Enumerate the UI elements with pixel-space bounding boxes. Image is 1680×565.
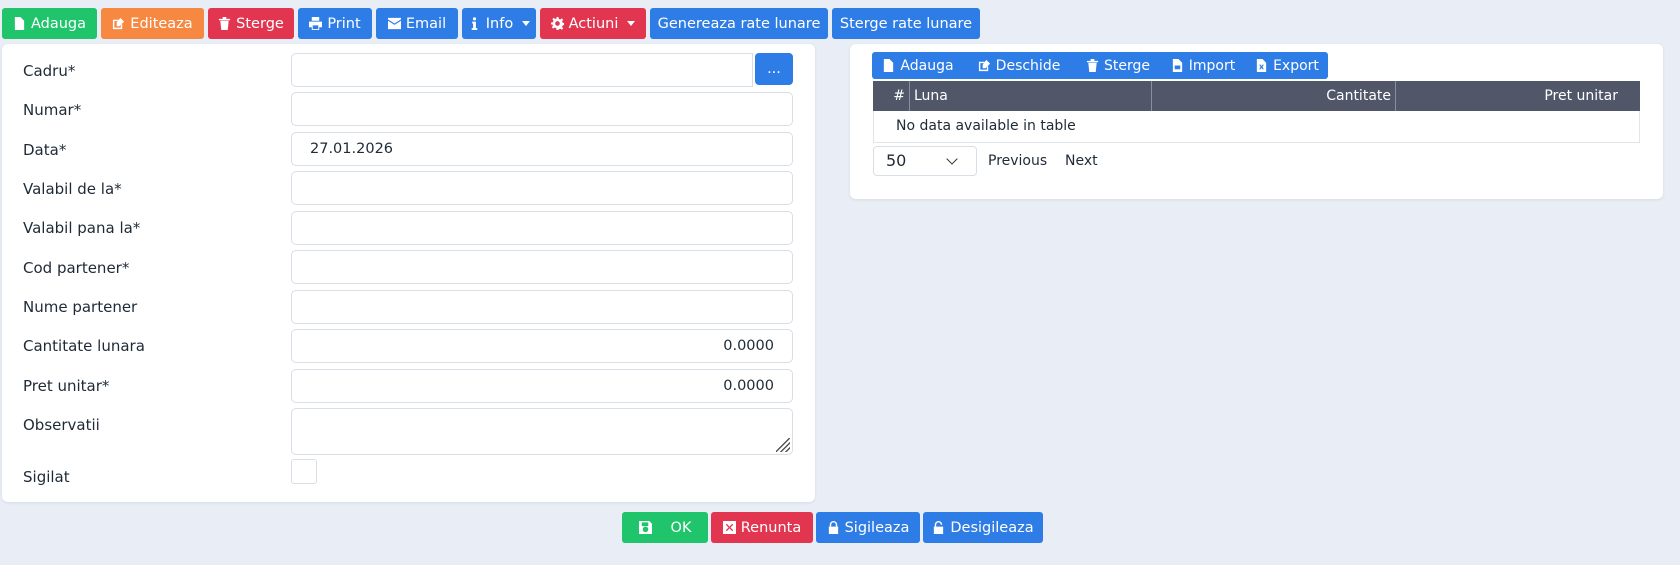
numar-field[interactable] [291, 92, 793, 126]
email-button[interactable]: Email [376, 8, 458, 39]
actions-dropdown-button[interactable]: Actiuni [540, 8, 646, 39]
grid-export-button[interactable]: Export [1250, 52, 1324, 79]
cadru-label: Cadru* [23, 62, 76, 80]
delete-monthly-rates-button[interactable]: Sterge rate lunare [832, 8, 980, 39]
previous-page-button[interactable]: Previous [988, 153, 1047, 169]
valabil-de-la-label: Valabil de la* [23, 180, 122, 198]
chevron-down-icon [946, 153, 958, 165]
grid-add-button[interactable]: Adauga [876, 52, 960, 79]
lock-icon [827, 521, 840, 534]
edit-icon [112, 17, 125, 30]
csv-file-icon [1171, 59, 1184, 72]
cod-partener-label: Cod partener* [23, 259, 130, 277]
seal-button[interactable]: Sigileaza [816, 512, 920, 543]
next-page-button[interactable]: Next [1065, 153, 1098, 169]
excel-file-icon [1255, 59, 1268, 72]
cadru-field[interactable] [291, 53, 753, 87]
table-empty-row: No data available in table [873, 111, 1640, 143]
edit-button[interactable]: Editeaza [101, 8, 204, 39]
column-header-pret-unitar[interactable]: Pret unitar [1396, 81, 1640, 111]
close-box-icon [722, 521, 736, 534]
caret-down-icon [627, 21, 636, 26]
nume-partener-label: Nume partener [23, 298, 138, 316]
grid-open-button[interactable]: Deschide [970, 52, 1068, 79]
info-dropdown-button[interactable]: Info [462, 8, 536, 39]
grid-import-button[interactable]: Import [1166, 52, 1240, 79]
trash-icon [1086, 59, 1099, 72]
cadru-lookup-button[interactable]: ... [755, 53, 793, 85]
info-icon [468, 17, 481, 30]
edit-icon [978, 59, 991, 72]
column-header-number[interactable]: # [873, 81, 910, 111]
valabil-pana-la-field[interactable] [291, 211, 793, 245]
observatii-label: Observatii [23, 416, 100, 434]
unlock-icon [932, 521, 945, 534]
cod-partener-field[interactable] [291, 250, 793, 284]
empty-table-message: No data available in table [896, 118, 1076, 134]
trash-icon [218, 17, 231, 30]
observatii-field[interactable] [291, 408, 793, 455]
page-size-select[interactable]: 50 [873, 146, 977, 176]
file-icon [13, 17, 26, 30]
resize-grip-icon[interactable] [776, 438, 790, 452]
ok-button[interactable]: OK [622, 512, 708, 543]
envelope-icon [387, 17, 401, 30]
unseal-button[interactable]: Desigileaza [923, 512, 1043, 543]
sigilat-checkbox[interactable] [291, 459, 317, 484]
cancel-button[interactable]: Renunta [711, 512, 813, 543]
add-button[interactable]: Adauga [2, 8, 97, 39]
nume-partener-field[interactable] [291, 290, 793, 324]
gear-icon [550, 17, 564, 30]
file-icon [882, 59, 895, 72]
generate-monthly-rates-button[interactable]: Genereaza rate lunare [650, 8, 828, 39]
pret-unitar-label: Pret unitar* [23, 377, 110, 395]
valabil-pana-la-label: Valabil pana la* [23, 219, 141, 237]
grid-delete-button[interactable]: Sterge [1080, 52, 1156, 79]
cantitate-lunara-label: Cantitate lunara [23, 337, 145, 355]
valabil-de-la-field[interactable] [291, 171, 793, 205]
cantitate-lunara-field[interactable] [291, 329, 793, 363]
pret-unitar-field[interactable] [291, 369, 793, 403]
column-header-cantitate[interactable]: Cantitate [1152, 81, 1396, 111]
table-header: # Luna Cantitate Pret unitar [873, 81, 1640, 111]
print-button[interactable]: Print [298, 8, 372, 39]
numar-label: Numar* [23, 101, 82, 119]
data-label: Data* [23, 141, 67, 159]
column-header-luna[interactable]: Luna [910, 81, 1152, 111]
sigilat-label: Sigilat [23, 468, 70, 486]
delete-button[interactable]: Sterge [208, 8, 294, 39]
observatii-wrapper [291, 408, 793, 455]
caret-down-icon [522, 21, 531, 26]
save-icon [638, 521, 652, 534]
printer-icon [309, 17, 323, 30]
data-field[interactable] [291, 132, 793, 166]
